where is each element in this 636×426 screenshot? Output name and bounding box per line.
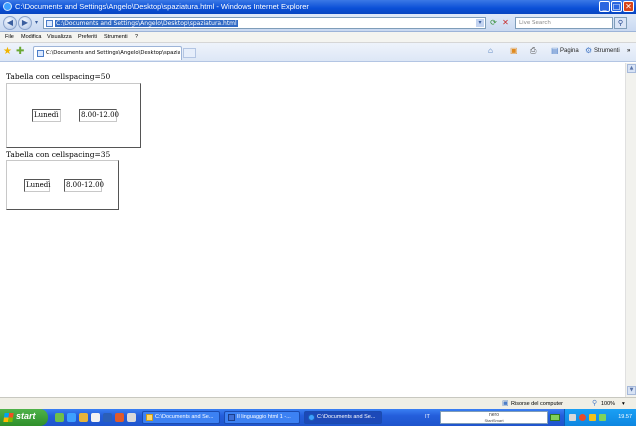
history-dropdown-icon[interactable]: ▾	[31, 17, 42, 29]
zoom-level[interactable]: 100%	[601, 401, 615, 407]
quicklaunch-powerpoint-icon[interactable]	[115, 413, 124, 422]
task-label: C:\Documents and Se...	[317, 414, 376, 420]
table-cell-hours: 8.00-12.00	[64, 179, 104, 192]
word-document-icon	[228, 414, 235, 421]
page-menu-icon[interactable]: ▤	[551, 46, 559, 55]
task-label: Il linguaggio html 1 -...	[237, 414, 291, 420]
address-field[interactable]: C:\Documents and Settings\Angelo\Desktop…	[43, 17, 486, 29]
vertical-scrollbar[interactable]: ▲ ▼	[625, 63, 636, 397]
network-icon[interactable]	[569, 414, 576, 421]
security-alert-icon[interactable]	[579, 414, 586, 421]
table-cell-hours: 8.00-12.00	[79, 109, 119, 122]
window-titlebar[interactable]: C:\Documents and Settings\Angelo\Desktop…	[0, 0, 636, 14]
toolbar-toggle-icon[interactable]	[550, 414, 560, 421]
computer-zone-icon: ▣	[502, 400, 509, 407]
antivirus-icon[interactable]	[599, 414, 606, 421]
stop-icon[interactable]: ✕	[500, 17, 511, 29]
zoom-icon[interactable]: ⚲	[592, 399, 597, 407]
page-icon	[46, 20, 53, 27]
refresh-icon[interactable]: ⟳	[488, 17, 499, 29]
language-indicator[interactable]: IT	[425, 414, 430, 420]
taskbar-item-active[interactable]: C:\Documents and Se...	[304, 411, 382, 424]
table-caption-1: Tabella con cellspacing=50	[6, 72, 111, 81]
system-tray: 19.57	[564, 409, 636, 426]
quicklaunch-media-icon[interactable]	[79, 413, 88, 422]
menu-modifica[interactable]: Modifica	[21, 34, 41, 40]
window-title: C:\Documents and Settings\Angelo\Desktop…	[15, 2, 309, 11]
search-icon[interactable]: ⚲	[614, 17, 627, 29]
home-icon[interactable]: ⌂	[488, 46, 493, 55]
quicklaunch-word-icon[interactable]	[103, 413, 112, 422]
scroll-up-icon[interactable]: ▲	[627, 64, 636, 73]
address-toolbar: ◀ ▶ ▾ C:\Documents and Settings\Angelo\D…	[0, 14, 636, 32]
volume-icon[interactable]	[589, 414, 596, 421]
tab-bar: ★ ✚ C:\Documents and Settings\Angelo\Des…	[0, 43, 636, 62]
tab-page-icon	[37, 50, 44, 57]
start-label: start	[16, 411, 36, 421]
table-cell-day: Lunedì	[24, 179, 51, 192]
menu-strumenti[interactable]: Strumenti	[104, 34, 128, 40]
feeds-icon[interactable]: ▣	[510, 46, 518, 55]
nero-sublabel: StartSmart	[484, 418, 504, 423]
task-label: C:\Documents and Se...	[155, 414, 214, 420]
menu-preferiti[interactable]: Preferiti	[78, 34, 97, 40]
nero-toolbar[interactable]: nero StartSmart	[440, 411, 548, 424]
security-zone: Risorse del computer	[511, 401, 563, 407]
menu-file[interactable]: File	[5, 34, 14, 40]
scroll-down-icon[interactable]: ▼	[627, 386, 636, 395]
menu-help[interactable]: ?	[135, 34, 138, 40]
status-bar: ▣ Risorse del computer ⚲ 100% ▾	[0, 397, 636, 409]
taskbar-item[interactable]: Il linguaggio html 1 -...	[224, 411, 300, 424]
forward-button[interactable]: ▶	[18, 16, 32, 30]
print-icon[interactable]: ⎙	[530, 46, 536, 56]
clock[interactable]: 19.57	[618, 414, 632, 420]
tools-menu-button[interactable]: Strumenti	[594, 48, 620, 54]
search-input[interactable]: Live Search	[515, 17, 613, 29]
quicklaunch-ie-icon[interactable]	[67, 413, 76, 422]
start-button[interactable]: start	[0, 409, 48, 426]
page-menu-button[interactable]: Pagina	[560, 48, 579, 54]
address-dropdown-icon[interactable]: ▾	[476, 19, 484, 27]
add-favorite-icon[interactable]: ✚	[16, 47, 24, 57]
zoom-dropdown-icon[interactable]: ▾	[622, 401, 625, 407]
table-cellspacing-50: Lunedì 8.00-12.00	[6, 83, 141, 148]
tools-gear-icon[interactable]: ⚙	[585, 46, 592, 55]
tab-label: C:\Documents and Settings\Angelo\Desktop…	[46, 50, 180, 56]
tab-active[interactable]: C:\Documents and Settings\Angelo\Desktop…	[33, 46, 182, 60]
menu-bar: File Modifica Visualizza Preferiti Strum…	[0, 32, 636, 43]
windows-logo-icon	[3, 413, 14, 422]
table-caption-2: Tabella con cellspacing=35	[6, 150, 111, 159]
back-button[interactable]: ◀	[3, 16, 17, 30]
close-button[interactable]: ✕	[623, 1, 634, 12]
quicklaunch-clock-icon[interactable]	[91, 413, 100, 422]
windows-taskbar: start C:\Documents and Se... Il linguagg…	[0, 409, 636, 426]
page-content: Tabella con cellspacing=50 Lunedì 8.00-1…	[1, 63, 625, 397]
quicklaunch-app-icon[interactable]	[127, 413, 136, 422]
menu-visualizza[interactable]: Visualizza	[47, 34, 72, 40]
internet-explorer-icon	[308, 414, 315, 421]
chevron-more-icon[interactable]: »	[627, 48, 630, 54]
folder-icon	[146, 414, 153, 421]
internet-explorer-icon	[3, 2, 12, 11]
favorites-star-icon[interactable]: ★	[3, 47, 12, 57]
new-tab-button[interactable]	[183, 48, 196, 58]
table-cell-day: Lunedì	[32, 109, 61, 122]
quicklaunch-desktop-icon[interactable]	[55, 413, 64, 422]
table-cellspacing-35: Lunedì 8.00-12.00	[6, 160, 119, 210]
address-value[interactable]: C:\Documents and Settings\Angelo\Desktop…	[55, 19, 238, 27]
maximize-button[interactable]: □	[611, 1, 622, 12]
minimize-button[interactable]: _	[599, 1, 610, 12]
taskbar-item[interactable]: C:\Documents and Se...	[142, 411, 220, 424]
